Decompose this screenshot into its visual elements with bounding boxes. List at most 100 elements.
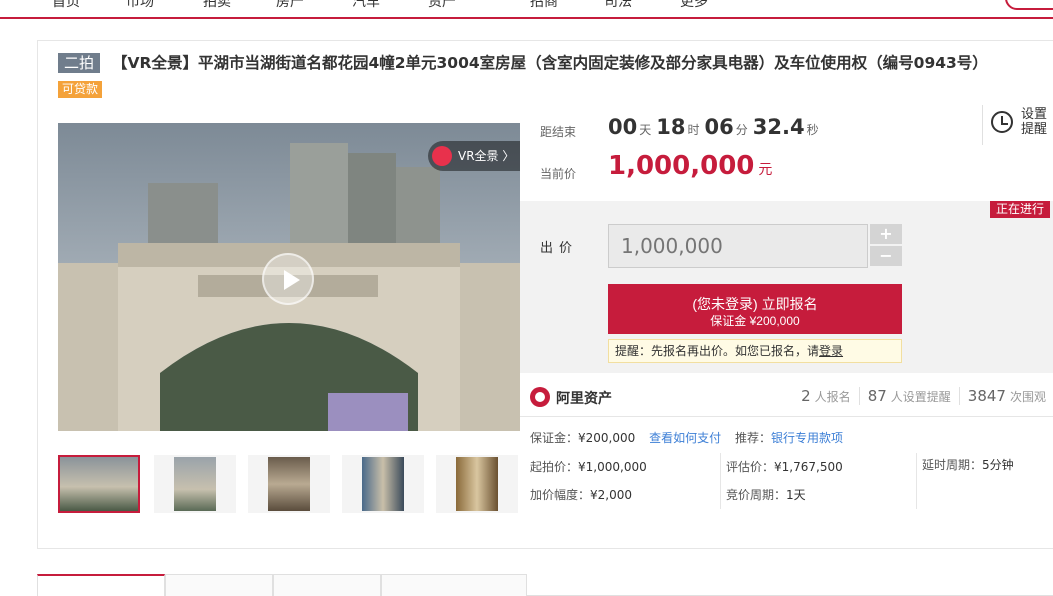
recommend-label: 推荐： — [734, 431, 771, 445]
current-price-label: 当前价 — [540, 167, 577, 181]
play-icon[interactable] — [262, 253, 314, 305]
platform-row: 阿里资产 2 人报名 87 人设置提醒 3847 次围观 — [520, 373, 1053, 417]
decrease-bid-button[interactable]: − — [870, 246, 902, 266]
divider — [720, 453, 721, 509]
signup-tip: 提醒：先报名再出价。如您已报名，请登录 — [608, 339, 902, 363]
search-input[interactable] — [1005, 0, 1053, 10]
nav-item[interactable]: 拍卖 — [203, 0, 231, 11]
top-nav: 首页 市场 拍卖 房产 汽车 资产 招商 司法 更多 — [0, 0, 1053, 19]
cycle-value: 1天 — [786, 488, 806, 502]
auction-card: 二拍 【VR全景】平湖市当湖街道名都花园4幢2单元3004室房屋（含室内固定装修及… — [37, 40, 1053, 549]
signup-count-label: 人报名 — [814, 390, 851, 404]
thumbnail-image — [268, 457, 310, 511]
thumbnail[interactable] — [342, 455, 424, 513]
appraisal-label: 评估价： — [726, 460, 775, 474]
vr-tour-label: VR全景 〉 — [458, 149, 515, 163]
signup-count: 2 人报名 — [793, 387, 859, 405]
vr-icon — [432, 146, 452, 166]
increment-label: 加价幅度： — [530, 488, 591, 502]
thumbnail-image — [174, 457, 216, 511]
increment-value: ¥2,000 — [590, 488, 633, 502]
seconds-unit: 秒 — [806, 123, 819, 137]
thumbnail[interactable] — [58, 455, 140, 513]
delay-value: 5分钟 — [982, 458, 1014, 472]
login-link[interactable]: 登录 — [819, 344, 843, 358]
loan-tag: 可贷款 — [58, 81, 103, 98]
hours-unit: 时 — [687, 123, 700, 137]
recommend-link[interactable]: 银行专用款项 — [771, 431, 843, 445]
stats: 2 人报名 87 人设置提醒 3847 次围观 — [793, 387, 1053, 405]
view-count-label: 次围观 — [1009, 390, 1046, 404]
view-count: 3847 次围观 — [958, 387, 1053, 405]
thumbnail[interactable] — [154, 455, 236, 513]
reminder-count-label: 人设置提醒 — [890, 390, 951, 404]
delay-label: 延时周期： — [922, 458, 983, 472]
divider — [916, 453, 917, 509]
countdown-seconds: 32.4 — [752, 115, 805, 139]
thumbnail-image — [456, 457, 498, 511]
nav-item[interactable]: 首页 — [52, 0, 80, 11]
cycle-row: 竞价周期：1天 — [726, 486, 806, 503]
current-price: 1,000,000 元 — [608, 151, 772, 181]
view-count-value: 3847 — [967, 387, 1006, 405]
countdown-hours: 18 — [656, 115, 686, 139]
set-reminder-label: 设置提醒 — [1021, 107, 1048, 137]
title-row: 二拍 【VR全景】平湖市当湖街道名都花园4幢2单元3004室房屋（含室内固定装修及… — [58, 53, 988, 75]
countdown-days: 00 — [608, 115, 638, 139]
cycle-label: 竞价周期： — [726, 488, 787, 502]
nav-item[interactable]: 市场 — [126, 0, 154, 11]
signup-button-label: (您未登录) 立即报名 — [692, 296, 818, 312]
signup-deposit-label: 保证金 ¥200,000 — [710, 314, 800, 328]
tab-item[interactable] — [381, 574, 527, 596]
tab-item[interactable] — [37, 574, 165, 596]
signup-count-value: 2 — [801, 387, 811, 405]
main-property-image[interactable]: VR全景 〉 — [58, 123, 520, 431]
nav-item[interactable]: 房产 — [276, 0, 304, 11]
minutes-unit: 分 — [735, 123, 748, 137]
bid-label: 出价 — [540, 241, 579, 256]
nav-item[interactable]: 司法 — [604, 0, 632, 11]
reminder-count-value: 87 — [867, 387, 887, 405]
bid-amount-input[interactable] — [608, 224, 868, 268]
reminder-count: 87 人设置提醒 — [858, 387, 959, 405]
nav-item[interactable]: 更多 — [680, 0, 708, 11]
detail-tabs — [37, 574, 1053, 596]
deposit-value: ¥200,000 — [578, 431, 636, 445]
increment-row: 加价幅度：¥2,000 — [530, 486, 632, 503]
countdown-label: 距结束 — [540, 125, 577, 139]
current-price-value: 1,000,000 — [608, 151, 755, 181]
countdown: 00 天 18 时 06 分 32.4 秒 — [608, 115, 824, 139]
thumbnail-strip — [58, 455, 520, 515]
nav-item[interactable]: 招商 — [530, 0, 558, 11]
nav-item[interactable]: 汽车 — [352, 0, 380, 11]
current-price-unit: 元 — [758, 162, 773, 178]
thumbnail-image — [60, 457, 138, 511]
tip-text: 提醒：先报名再出价。如您已报名，请 — [615, 344, 820, 358]
bid-box: 正在进行 出价 + − (您未登录) 立即报名 保证金 ¥200,000 提醒：… — [520, 201, 1053, 373]
page-title: 【VR全景】平湖市当湖街道名都花园4幢2单元3004室房屋（含室内固定装修及部分… — [112, 54, 988, 72]
set-reminder-button[interactable]: 设置提醒 — [982, 105, 1052, 145]
thumbnail[interactable] — [436, 455, 518, 513]
start-price-value: ¥1,000,000 — [578, 460, 647, 474]
deposit-label: 保证金： — [530, 431, 579, 445]
vr-tour-button[interactable]: VR全景 〉 — [428, 141, 520, 171]
signup-button[interactable]: (您未登录) 立即报名 保证金 ¥200,000 — [608, 284, 902, 334]
countdown-minutes: 06 — [704, 115, 734, 139]
increase-bid-button[interactable]: + — [870, 224, 902, 244]
days-unit: 天 — [639, 123, 652, 137]
delay-row: 延时周期：5分钟 — [922, 456, 1014, 473]
how-to-pay-link[interactable]: 查看如何支付 — [649, 431, 721, 445]
start-price-row: 起拍价：¥1,000,000 — [530, 458, 647, 475]
tab-item[interactable] — [165, 574, 273, 596]
deposit-row: 保证金：¥200,000 查看如何支付 推荐：银行专用款项 — [530, 429, 843, 446]
status-badge: 正在进行 — [989, 201, 1050, 218]
nav-item[interactable]: 资产 — [428, 0, 456, 11]
ali-assets-logo-icon — [530, 387, 550, 407]
alarm-clock-icon — [991, 111, 1013, 133]
appraisal-row: 评估价：¥1,767,500 — [726, 458, 843, 475]
tab-item[interactable] — [273, 574, 381, 596]
platform-name: 阿里资产 — [556, 391, 612, 407]
thumbnail[interactable] — [248, 455, 330, 513]
thumbnail-image — [362, 457, 404, 511]
round-badge: 二拍 — [58, 53, 101, 73]
